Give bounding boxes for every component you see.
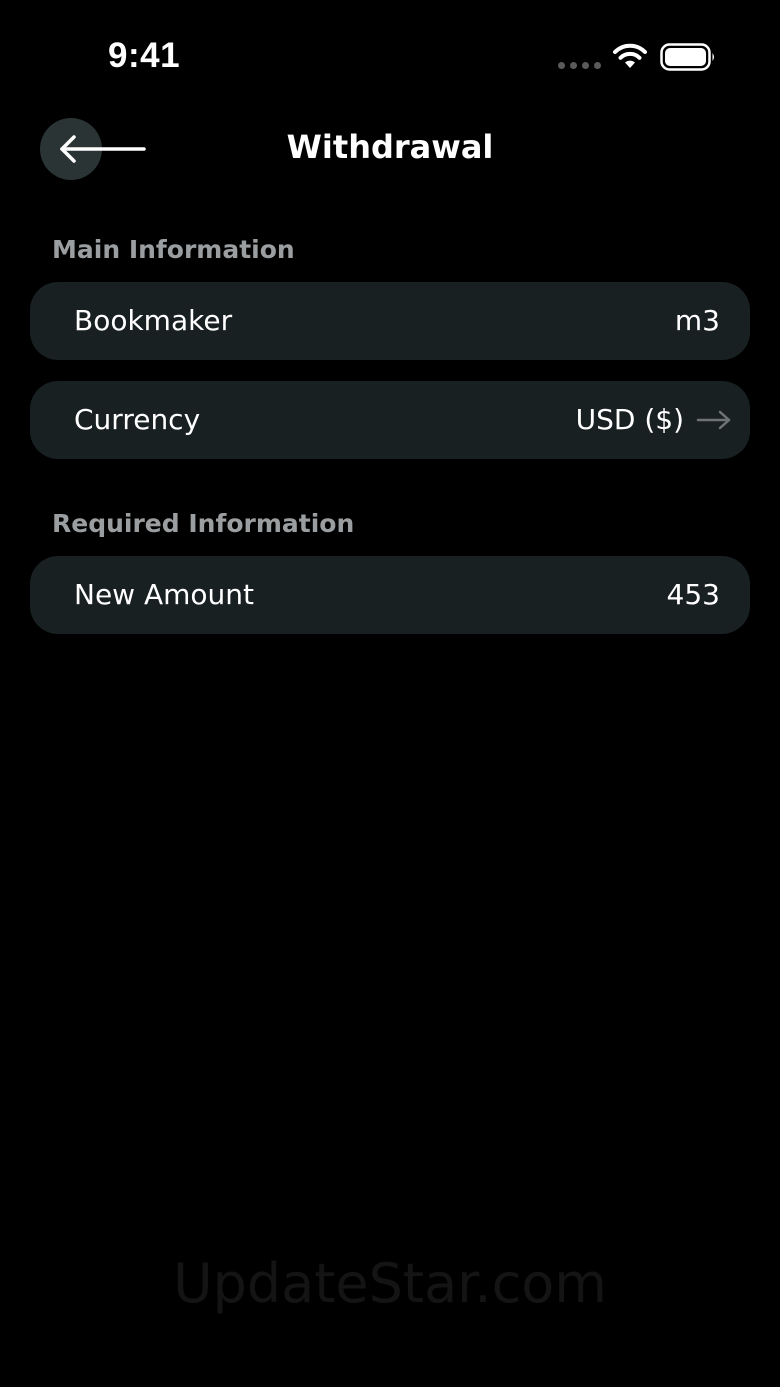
wifi-icon [613, 43, 647, 68]
new-amount-label: New Amount [74, 578, 255, 611]
status-time: 9:41 [108, 36, 181, 75]
watermark: UpdateStar.com [173, 1252, 607, 1315]
bookmaker-value: m3 [674, 304, 720, 337]
bookmaker-label: Bookmaker [74, 304, 233, 337]
currency-row[interactable]: Currency USD ($) [30, 381, 750, 459]
new-amount-row[interactable]: New Amount 453 [30, 556, 750, 634]
nav-bar: Withdrawal [0, 110, 780, 190]
currency-label: Currency [74, 403, 201, 436]
cellular-signal-icon [558, 62, 602, 70]
arrow-right-icon [696, 410, 731, 430]
section-header-main: Main Information [52, 235, 295, 264]
status-bar: 9:41 [0, 0, 780, 110]
battery-icon [660, 43, 714, 71]
currency-value: USD ($) [575, 403, 684, 436]
bookmaker-row[interactable]: Bookmaker m3 [30, 282, 750, 360]
page-title: Withdrawal [286, 128, 494, 166]
new-amount-value: 453 [666, 578, 720, 611]
section-header-required: Required Information [52, 509, 355, 538]
